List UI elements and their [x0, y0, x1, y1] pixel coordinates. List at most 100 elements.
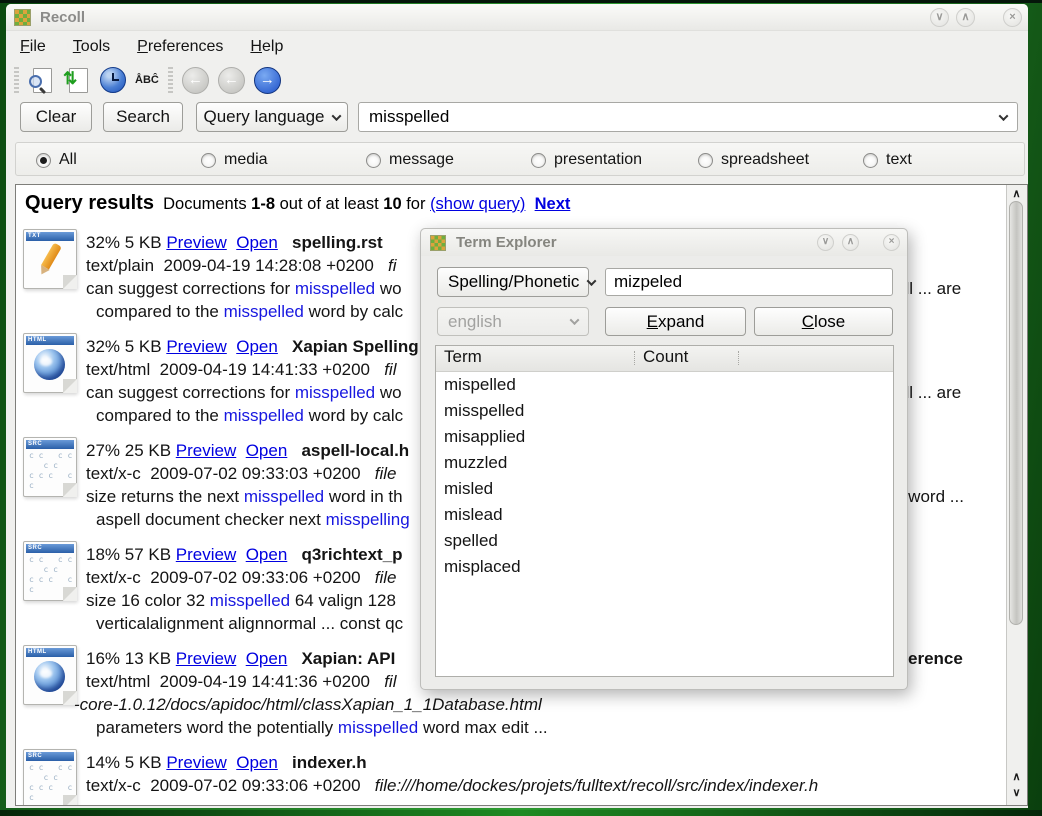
next-link[interactable]: Next: [535, 195, 571, 213]
result-link[interactable]: Open: [236, 233, 278, 252]
source-code-pattern: c c c c c c c c c c c c: [29, 451, 72, 491]
scrollbar-thumb[interactable]: [1009, 201, 1023, 625]
result-text: [287, 649, 301, 668]
expand-button[interactable]: Expand: [605, 307, 746, 336]
radio-icon[interactable]: [201, 153, 216, 168]
result-link[interactable]: Preview: [176, 545, 236, 564]
result-link[interactable]: Preview: [176, 649, 236, 668]
titlebar[interactable]: Recoll ∨ ∧ ×: [6, 4, 1028, 31]
scroll-up-icon[interactable]: ∧: [1007, 771, 1026, 783]
result-line: -core-1.0.12/docs/apidoc/html/classXapia…: [74, 695, 542, 715]
sort-parameters-icon[interactable]: ⇅: [64, 66, 91, 94]
search-button[interactable]: Search: [103, 102, 183, 132]
result-link[interactable]: Open: [246, 649, 288, 668]
term-row[interactable]: misled: [436, 476, 893, 502]
result-link[interactable]: Preview: [166, 753, 226, 772]
result-line: aspell document checker next misspelling: [96, 510, 410, 530]
shade-button[interactable]: ∨: [930, 8, 949, 27]
doc-icon-label: HTML: [26, 336, 74, 345]
term-table-header[interactable]: Term Count: [436, 346, 893, 372]
show-preview-icon[interactable]: [28, 66, 55, 94]
radio-icon[interactable]: [531, 153, 546, 168]
term-row[interactable]: mislead: [436, 502, 893, 528]
doc-icon-src[interactable]: SRCc c c c c c c c c c c c: [23, 541, 77, 601]
search-input-value: misspelled: [369, 107, 449, 127]
result-link[interactable]: Open: [246, 545, 288, 564]
result-text: file:///home/dockes/projets/fulltext/rec…: [375, 776, 818, 795]
term-row[interactable]: muzzled: [436, 450, 893, 476]
term-row[interactable]: mispelled: [436, 372, 893, 398]
doc-icon-txt[interactable]: TXT: [23, 229, 77, 289]
result-line: verticalalignment alignnormal ... const …: [96, 614, 403, 634]
result-text: 16% 13 KB: [86, 649, 176, 668]
result-link[interactable]: Open: [236, 337, 278, 356]
close-button[interactable]: ×: [1003, 8, 1022, 27]
clear-button[interactable]: Clear: [20, 102, 92, 132]
dialog-titlebar[interactable]: Term Explorer ∨ ∧ ×: [421, 229, 907, 256]
scroll-down-icon[interactable]: ∨: [1007, 787, 1026, 799]
radio-icon[interactable]: [698, 153, 713, 168]
radio-icon[interactable]: [863, 153, 878, 168]
show-query-link[interactable]: (show query): [430, 195, 525, 213]
filter-label: message: [389, 151, 454, 169]
toolbar: ⇅ ÅBĈ ← ← →: [6, 61, 1028, 99]
filter-radio-all[interactable]: All: [36, 151, 77, 169]
filter-radio-media[interactable]: media: [201, 151, 268, 169]
toolbar-handle[interactable]: [14, 67, 19, 93]
doc-icon-html[interactable]: HTML: [23, 333, 77, 393]
term-explorer-abc-icon[interactable]: ÅBĈ: [135, 74, 159, 86]
result-row[interactable]: SRCc c c c c c c c c c c c14% 5 KB Previ…: [22, 749, 1007, 805]
chevron-down-icon: [587, 276, 597, 286]
highlighted-term: misspelling: [326, 510, 410, 529]
dialog-shade-button[interactable]: ∨: [817, 234, 834, 251]
expansion-mode-select[interactable]: Spelling/Phonetic: [437, 267, 589, 297]
doc-icon-src[interactable]: SRCc c c c c c c c c c c c: [23, 749, 77, 805]
term-row[interactable]: misapplied: [436, 424, 893, 450]
result-link[interactable]: Preview: [166, 337, 226, 356]
doc-icon-src[interactable]: SRC c c c c c c c c c c c c: [23, 437, 77, 497]
count-column-header[interactable]: Count: [643, 347, 688, 367]
filter-radio-presentation[interactable]: presentation: [531, 151, 642, 169]
dialog-close-button[interactable]: ×: [883, 234, 900, 251]
filter-radio-message[interactable]: message: [366, 151, 454, 169]
menu-help[interactable]: Help: [250, 38, 283, 56]
menu-tools[interactable]: Tools: [73, 38, 110, 56]
history-clock-icon[interactable]: [100, 67, 126, 93]
result-text: text/x-c 2009-07-02 09:33:03 +0200: [86, 464, 375, 483]
filter-radio-spreadsheet[interactable]: spreadsheet: [698, 151, 809, 169]
radio-icon[interactable]: [366, 153, 381, 168]
maximize-button[interactable]: ∧: [956, 8, 975, 27]
column-separator[interactable]: [634, 351, 635, 365]
toolbar-handle[interactable]: [168, 67, 173, 93]
term-row[interactable]: misplaced: [436, 554, 893, 580]
query-language-dropdown[interactable]: Query language: [196, 102, 348, 132]
filter-radio-text[interactable]: text: [863, 151, 912, 169]
radio-icon[interactable]: [36, 153, 51, 168]
term-row[interactable]: misspelled: [436, 398, 893, 424]
vertical-scrollbar[interactable]: ∧ ∧ ∨: [1006, 185, 1027, 805]
result-link[interactable]: Preview: [166, 233, 226, 252]
column-separator[interactable]: [738, 351, 739, 365]
result-line: can suggest corrections for misspelled w…: [86, 279, 402, 299]
first-page-button[interactable]: ←: [182, 67, 209, 94]
dialog-close-action-button[interactable]: Close: [754, 307, 893, 336]
term-input[interactable]: mizpeled: [605, 268, 893, 296]
scroll-up-icon[interactable]: ∧: [1007, 188, 1026, 200]
result-line: text/plain 2009-04-19 14:28:08 +0200 fi: [86, 256, 396, 276]
term-column-header[interactable]: Term: [444, 347, 482, 367]
dialog-maximize-button[interactable]: ∧: [842, 234, 859, 251]
menu-preferences[interactable]: Preferences: [137, 38, 223, 56]
next-page-button[interactable]: →: [254, 67, 281, 94]
source-code-pattern: c c c c c c c c c c c c: [29, 555, 72, 595]
doc-icon-html[interactable]: HTML: [23, 645, 77, 705]
result-link[interactable]: Open: [236, 753, 278, 772]
highlighted-term: misspelled: [210, 591, 290, 610]
doc-icon-label: SRC: [26, 440, 74, 449]
result-link[interactable]: Preview: [176, 441, 236, 460]
term-row[interactable]: spelled: [436, 528, 893, 554]
menu-file[interactable]: File: [20, 38, 46, 56]
search-input[interactable]: misspelled: [358, 102, 1018, 132]
result-text: [278, 753, 292, 772]
previous-page-button[interactable]: ←: [218, 67, 245, 94]
result-link[interactable]: Open: [246, 441, 288, 460]
